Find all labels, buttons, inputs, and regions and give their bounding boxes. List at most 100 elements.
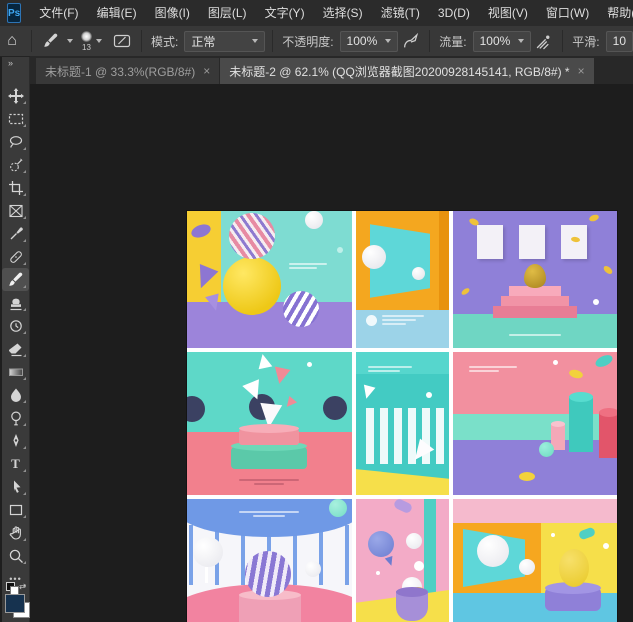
path-selection-tool[interactable] [2, 475, 29, 498]
pen-tool[interactable] [2, 429, 29, 452]
deco-column [319, 525, 323, 585]
default-colors-icon[interactable] [6, 582, 15, 591]
chevron-down-icon[interactable] [67, 39, 73, 43]
deco-dot [603, 543, 609, 549]
menu-edit[interactable]: 编辑(E) [88, 0, 146, 26]
deco-yellow-sphere [223, 257, 281, 315]
deco-capsule [393, 499, 414, 514]
tab-close-icon[interactable]: × [578, 64, 585, 78]
move-tool[interactable] [2, 84, 29, 107]
toggle-brush-panel-icon[interactable] [110, 29, 134, 53]
document-canvas[interactable] [187, 211, 617, 622]
deco-dot [426, 392, 432, 398]
deco-yellow-floor [356, 459, 449, 495]
clone-stamp-tool[interactable] [2, 291, 29, 314]
tool-options-bar: ⌂ 13 模式: 正常 不透明度: 100% 流量: 100% 平滑: [0, 26, 633, 57]
artwork-cell-5 [356, 352, 449, 495]
tab-close-icon[interactable]: × [203, 64, 210, 78]
menu-bar: Ps 文件(F) 编辑(E) 图像(I) 图层(L) 文字(Y) 选择(S) 滤… [0, 0, 633, 27]
toolbar-collapse-button[interactable]: » [2, 57, 29, 70]
blend-mode-select[interactable]: 正常 [184, 31, 265, 52]
deco-white-sphere [477, 535, 509, 567]
lasso-tool[interactable] [2, 130, 29, 153]
menu-image[interactable]: 图像(I) [146, 0, 199, 26]
deco-dark-circle [323, 396, 347, 420]
artwork-cell-2 [356, 211, 449, 348]
watermark [469, 364, 519, 374]
watermark [289, 261, 329, 271]
history-brush-tool[interactable] [2, 314, 29, 337]
smoothing-value: 10 [613, 34, 626, 48]
gradient-tool[interactable] [2, 360, 29, 383]
rectangular-marquee-tool[interactable] [2, 107, 29, 130]
pressure-opacity-icon[interactable] [398, 29, 422, 53]
deco-cylinder-top [551, 421, 565, 427]
chevron-down-icon[interactable] [96, 39, 102, 43]
crop-tool[interactable] [2, 176, 29, 199]
artwork-cell-1 [187, 211, 352, 348]
deco-white-sphere [519, 559, 535, 575]
deco-white-sphere [305, 561, 321, 577]
menu-3d[interactable]: 3D(D) [429, 0, 479, 26]
mode-label: 模式: [151, 33, 178, 50]
deco-slat [380, 408, 388, 464]
airbrush-icon[interactable] [531, 29, 555, 53]
menu-layer[interactable]: 图层(L) [199, 0, 256, 26]
menu-filter[interactable]: 滤镜(T) [372, 0, 429, 26]
quick-selection-tool[interactable] [2, 153, 29, 176]
deco-frame [519, 225, 545, 259]
watermark [239, 509, 299, 519]
airbrush-glyph [535, 33, 552, 50]
deco-striped-ball [245, 551, 291, 597]
separator [562, 30, 563, 52]
zoom-tool[interactable] [2, 544, 29, 567]
deco-striped-ball [229, 213, 275, 259]
tab-untitled-2[interactable]: 未标题-2 @ 62.1% (QQ浏览器截图20200928145141, RG… [220, 58, 593, 84]
menu-window[interactable]: 窗口(W) [537, 0, 598, 26]
opacity-label: 不透明度: [282, 33, 333, 50]
swap-colors-icon[interactable]: ⇄ [19, 582, 26, 591]
rectangle-tool[interactable] [2, 498, 29, 521]
opacity-value: 100% [347, 34, 378, 48]
deco-gold-bag [524, 264, 546, 288]
watermark [239, 477, 299, 487]
tab-untitled-1[interactable]: 未标题-1 @ 33.3%(RGB/8#) × [36, 58, 219, 84]
smoothing-label: 平滑: [572, 33, 599, 50]
deco-balloon [368, 531, 394, 557]
menu-type[interactable]: 文字(Y) [256, 0, 314, 26]
watermark [368, 364, 414, 374]
frame-tool[interactable] [2, 199, 29, 222]
brush-size-value: 13 [82, 44, 91, 52]
dodge-tool[interactable] [2, 406, 29, 429]
brush-tool-preset-icon[interactable] [39, 29, 63, 53]
flow-label: 流量: [439, 33, 466, 50]
brush-panel-icon [113, 33, 131, 49]
deco-dot [376, 571, 380, 575]
eraser-tool[interactable] [2, 337, 29, 360]
artwork-cell-9 [453, 499, 617, 622]
healing-brush-tool[interactable] [2, 245, 29, 268]
opacity-select[interactable]: 100% [340, 31, 399, 52]
smoothing-select[interactable]: 10 [606, 31, 633, 52]
brush-preset-picker[interactable]: 13 [81, 31, 92, 52]
deco-teal-capsule [578, 527, 596, 541]
menu-view[interactable]: 视图(V) [479, 0, 537, 26]
menu-select[interactable]: 选择(S) [314, 0, 372, 26]
foreground-color-swatch[interactable] [5, 594, 25, 613]
deco-cone [272, 367, 291, 386]
artwork-cell-6 [453, 352, 617, 495]
eyedropper-tool[interactable] [2, 222, 29, 245]
separator [272, 30, 273, 52]
blur-tool[interactable] [2, 383, 29, 406]
watermark-logo [366, 315, 377, 326]
menu-file[interactable]: 文件(F) [30, 0, 87, 26]
home-icon[interactable]: ⌂ [0, 29, 24, 53]
deco-podium-step [493, 306, 577, 318]
deco-frame [561, 225, 587, 259]
brush-tool[interactable] [2, 268, 29, 291]
type-tool[interactable]: T [2, 452, 29, 475]
deco-balloon-tail [385, 556, 395, 567]
hand-tool[interactable] [2, 521, 29, 544]
menu-help[interactable]: 帮助(H) [598, 0, 633, 26]
flow-select[interactable]: 100% [473, 31, 532, 52]
